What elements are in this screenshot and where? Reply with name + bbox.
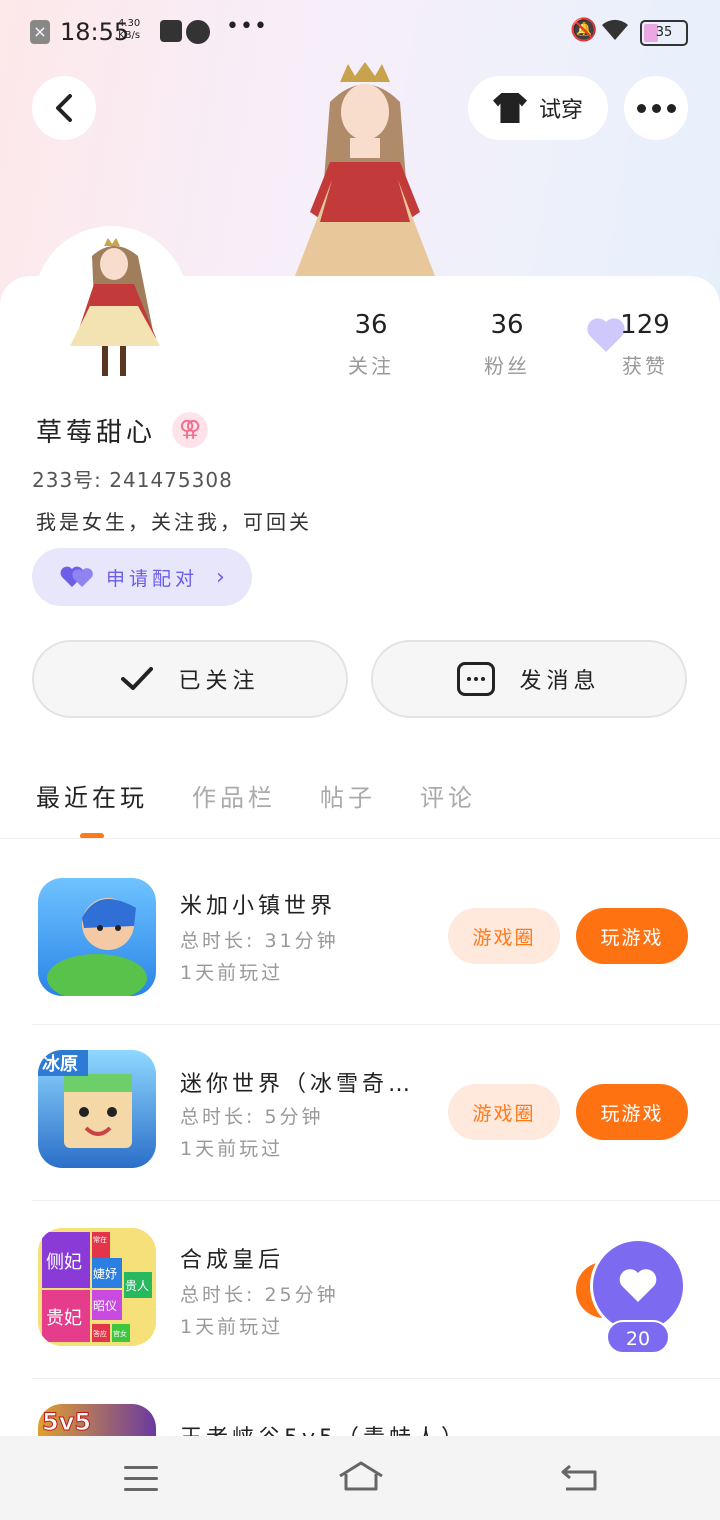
like-count-badge: 20 (606, 1320, 670, 1354)
username: 草莓甜心 (36, 418, 157, 448)
divider (0, 838, 720, 839)
likes-stat[interactable]: 129 获赞 (590, 310, 700, 379)
following-label: 关注 (348, 354, 394, 378)
tab-posts[interactable]: 帖子 (320, 778, 376, 813)
likes-label: 获赞 (622, 354, 668, 378)
divider (32, 1024, 720, 1025)
heart-icon (619, 1269, 657, 1302)
game-icon-text: 5v5 (42, 1408, 91, 1436)
tab-works[interactable]: 作品栏 (192, 778, 276, 813)
game-title: 王者峡谷5v5（青蛙人） (180, 1420, 467, 1436)
game-icon-text: 贵人 (125, 1279, 149, 1293)
avatar-figure-large (270, 62, 460, 276)
game-last-played: 1天前玩过 (180, 1316, 284, 1338)
try-on-button[interactable]: 试穿 (468, 76, 608, 140)
game-icon-text: 贵妃 (46, 1308, 82, 1329)
game-icon-text: 冰原 (42, 1053, 78, 1075)
gender-female-icon: ⚢ (172, 412, 208, 448)
game-icon-text: 常在 (93, 1235, 107, 1244)
more-options-button[interactable] (624, 76, 688, 140)
status-bar: × 18:55 4.30 KB/s ••• 🔕 35 (0, 0, 720, 64)
request-pair-label: 申请配对 (106, 567, 199, 590)
game-icon-text: 侧妃 (46, 1252, 82, 1273)
jovi-icon (186, 20, 210, 44)
game-playtime: 总时长: 5分钟 (180, 1106, 324, 1128)
divider (32, 1378, 720, 1379)
notification-close-icon: × (30, 20, 50, 44)
game-last-played: 1天前玩过 (180, 1138, 284, 1160)
tab-recently-played[interactable]: 最近在玩 (36, 778, 148, 813)
game-title: 合成皇后 (180, 1248, 285, 1273)
followed-button[interactable]: 已关注 (32, 640, 348, 718)
game-title: 米加小镇世界 (180, 894, 337, 919)
game-icon-miga-town[interactable] (38, 878, 156, 996)
more-dots-icon (636, 103, 676, 113)
back-nav-icon[interactable] (560, 1462, 600, 1496)
game-icon-text: 答应 (93, 1329, 107, 1338)
fans-stat[interactable]: 36 粉丝 (452, 310, 562, 379)
game-circle-button[interactable]: 游戏圈 (448, 1084, 560, 1140)
try-on-label: 试穿 (538, 98, 583, 123)
send-message-label: 发消息 (519, 669, 601, 694)
following-stat[interactable]: 36 关注 (316, 310, 426, 379)
game-icon-text: 昭仪 (93, 1299, 117, 1313)
shirt-icon (492, 93, 527, 123)
request-pair-button[interactable]: 申请配对 › (32, 548, 252, 606)
wifi-icon (600, 16, 630, 48)
network-speed-value: 4.30 (118, 18, 141, 29)
game-playtime: 总时长: 25分钟 (180, 1284, 339, 1306)
user-bio: 我是女生，关注我，可回关 (36, 510, 312, 534)
play-game-button[interactable]: 玩游戏 (576, 908, 688, 964)
game-icon-mini-world[interactable]: 冰原 (38, 1050, 156, 1168)
bell-muted-icon: 🔕 (570, 18, 598, 43)
network-speed: 4.30 KB/s (118, 18, 140, 42)
tab-comments[interactable]: 评论 (420, 778, 476, 813)
back-button[interactable] (32, 76, 96, 140)
user-id: 233号: 241475308 (32, 468, 233, 492)
followed-label: 已关注 (178, 669, 260, 694)
game-title: 迷你世界（冰雪奇… (180, 1072, 415, 1097)
divider (32, 1200, 720, 1201)
game-last-played: 1天前玩过 (180, 962, 284, 984)
play-game-button[interactable]: 玩游戏 (576, 1084, 688, 1140)
likes-count: 129 (620, 310, 670, 340)
avatar[interactable] (34, 226, 188, 380)
battery-indicator: 35 (640, 20, 688, 46)
chat-bubble-icon (457, 662, 496, 696)
game-playtime: 总时长: 31分钟 (180, 930, 339, 952)
network-speed-unit: KB/s (118, 30, 141, 41)
game-icon-text: 官女 (113, 1329, 127, 1338)
game-icon-text: 婕妤 (93, 1267, 117, 1281)
send-message-button[interactable]: 发消息 (371, 640, 687, 718)
game-icon-synthesis-queen[interactable]: 侧妃 常在 婕妤 贵人 贵妃 昭仪 答应 官女 (38, 1228, 156, 1346)
profile-tabs: 最近在玩 作品栏 帖子 评论 (36, 778, 476, 813)
more-notifications-icon: ••• (226, 14, 268, 39)
menu-icon[interactable] (124, 1466, 158, 1499)
double-heart-icon (60, 566, 93, 587)
game-icon-kings-canyon[interactable]: 5v5 (38, 1404, 156, 1436)
chevron-right-icon: › (216, 564, 229, 590)
home-icon[interactable] (338, 1460, 384, 1496)
game-title-partial-clip: 王者峡谷5v5（青蛙人） (180, 1404, 480, 1436)
fans-count: 36 (490, 310, 524, 340)
checkmark-icon (121, 667, 154, 690)
app-notification-icon (160, 20, 182, 42)
following-count: 36 (354, 310, 388, 340)
game-circle-button[interactable]: 游戏圈 (448, 908, 560, 964)
chevron-left-icon (56, 94, 72, 122)
fans-label: 粉丝 (484, 354, 530, 378)
